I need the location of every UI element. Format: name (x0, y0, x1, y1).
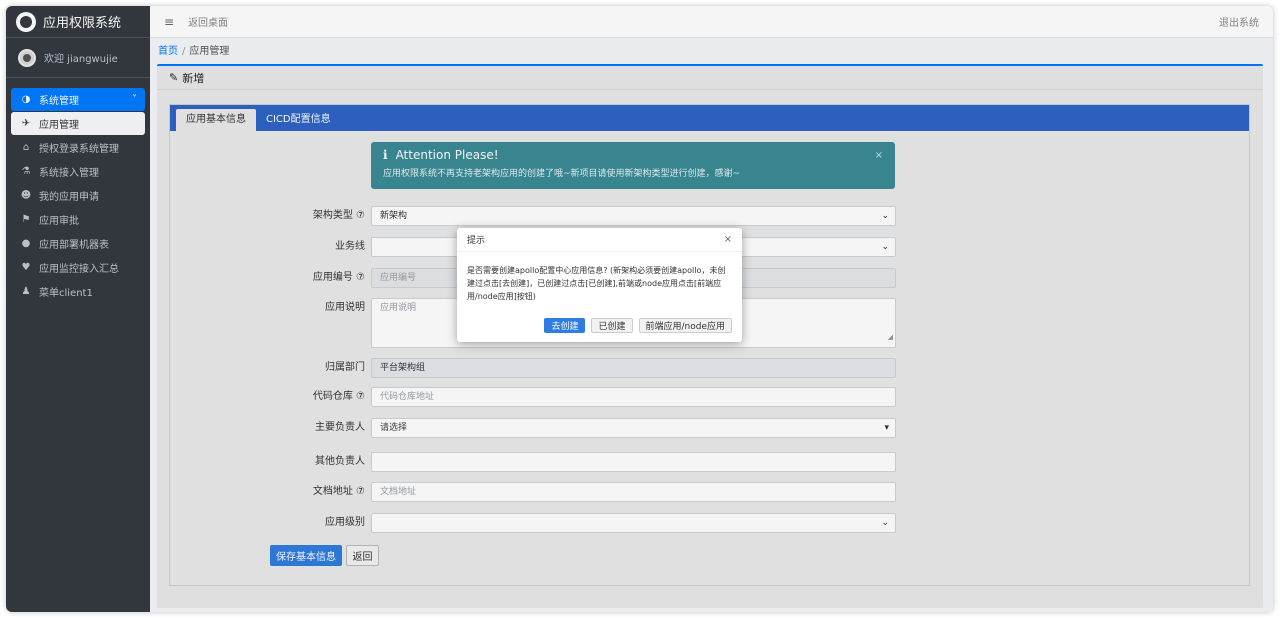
dialog-message: 是否需要创建apollo配置中心应用信息? (新架构必须要创建apollo，未创… (467, 266, 726, 301)
close-icon[interactable]: × (724, 234, 732, 245)
app-window: 应用权限系统 欢迎 jiangwujie ◑ 系统管理 ˅ ✈ 应用管理 ⌂ 授… (6, 6, 1273, 612)
already-created-button[interactable]: 已创建 (591, 318, 633, 333)
dialog-footer: 去创建 已创建 前端应用/node应用 (544, 318, 732, 333)
apollo-prompt-dialog: 提示 × 是否需要创建apollo配置中心应用信息? (新架构必须要创建apol… (457, 228, 742, 342)
dialog-header: 提示 × (457, 228, 742, 252)
frontend-node-app-button[interactable]: 前端应用/node应用 (638, 318, 732, 333)
go-create-button[interactable]: 去创建 (544, 318, 586, 333)
dialog-title: 提示 (467, 236, 486, 246)
